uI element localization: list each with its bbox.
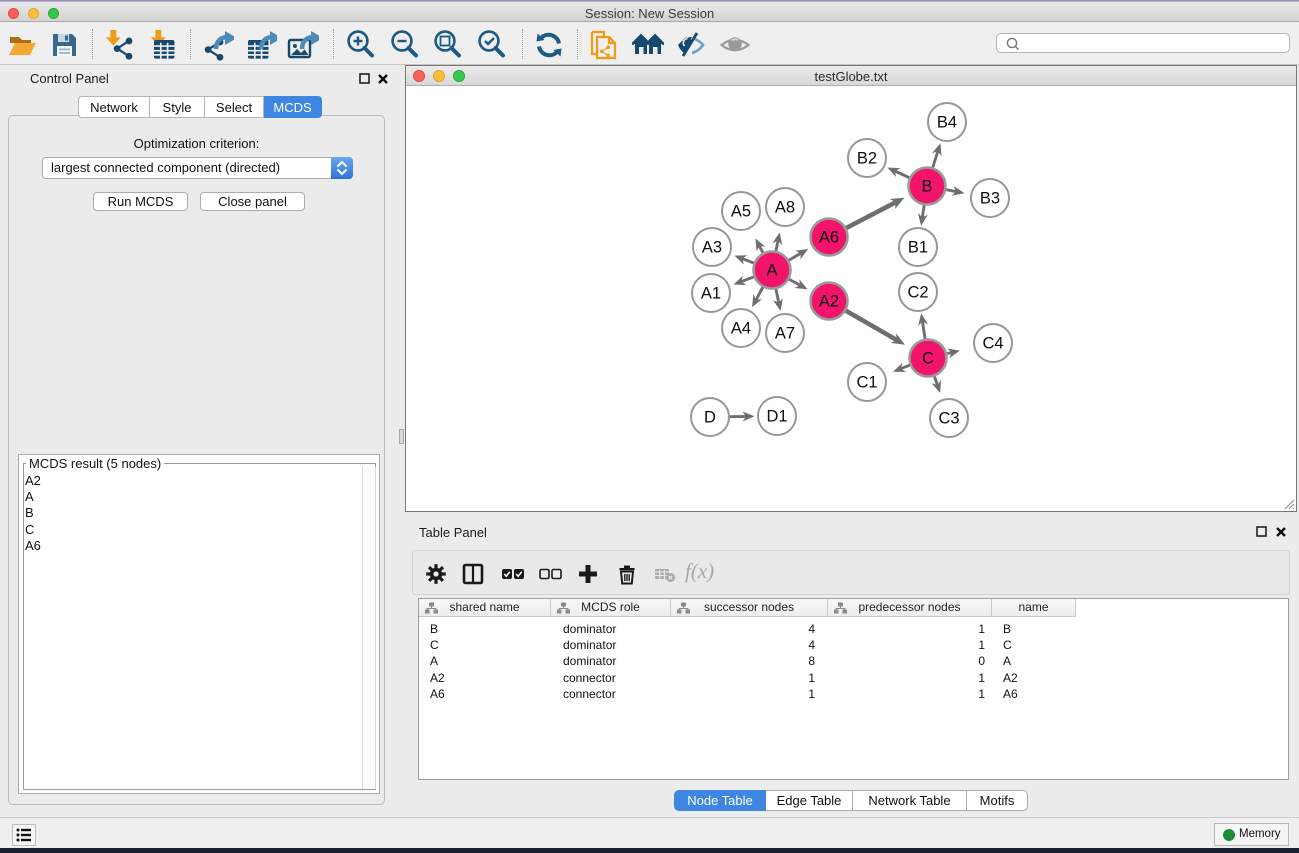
svg-text:A4: A4 [731,320,751,338]
svg-text:D: D [704,409,716,427]
svg-text:C3: C3 [938,410,959,428]
svg-text:B: B [921,178,932,196]
svg-text:C4: C4 [982,335,1003,353]
svg-text:B3: B3 [980,190,1000,208]
svg-text:A8: A8 [775,199,795,217]
svg-text:D1: D1 [766,408,787,426]
svg-text:A7: A7 [775,325,795,343]
svg-text:B4: B4 [937,114,957,132]
svg-text:A: A [766,262,777,280]
svg-text:B1: B1 [908,239,928,257]
svg-text:A5: A5 [731,203,751,221]
svg-text:B2: B2 [857,150,877,168]
svg-text:A1: A1 [701,285,721,303]
svg-text:C2: C2 [907,284,928,302]
svg-text:C1: C1 [856,374,877,392]
svg-text:A3: A3 [702,239,722,257]
svg-text:A2: A2 [819,293,839,311]
svg-text:A6: A6 [819,229,839,247]
svg-text:C: C [922,350,934,368]
